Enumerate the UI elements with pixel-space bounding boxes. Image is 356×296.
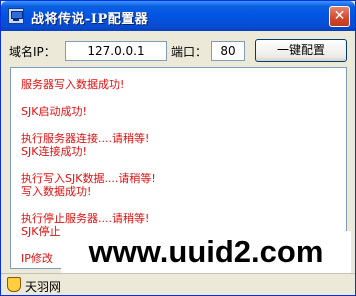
domain-label: 域名IP： xyxy=(9,45,56,59)
close-button[interactable]: ✕ xyxy=(329,6,350,27)
port-label: 端口： xyxy=(171,45,208,59)
watermark: www.uuid2.com xyxy=(61,231,351,273)
log-entry: 执行写入SJK数据....请稍等! 写入数据成功! xyxy=(21,172,156,198)
window-title: 战将传说-IP配置器 xyxy=(31,12,149,27)
status-text: 天羽网 xyxy=(25,280,62,294)
title-bar[interactable]: 战将传说-IP配置器 ✕ xyxy=(1,1,355,31)
status-bar: 天羽网 xyxy=(1,273,355,295)
app-window: 战将传说-IP配置器 ✕ 域名IP： 127.0.0.1 端口： 80 一键配置… xyxy=(0,0,356,296)
domain-ip-input[interactable]: 127.0.0.1 xyxy=(65,41,167,61)
log-entry: 执行服务器连接....请稍等! SJK连接成功! xyxy=(21,132,150,158)
one-click-config-button[interactable]: 一键配置 xyxy=(255,39,347,62)
log-entry: 服务器写入数据成功! xyxy=(21,78,125,91)
port-input[interactable]: 80 xyxy=(211,41,245,61)
shield-icon xyxy=(7,277,21,292)
log-entry: SJK启动成功! xyxy=(21,105,87,118)
computer-icon xyxy=(8,8,24,24)
